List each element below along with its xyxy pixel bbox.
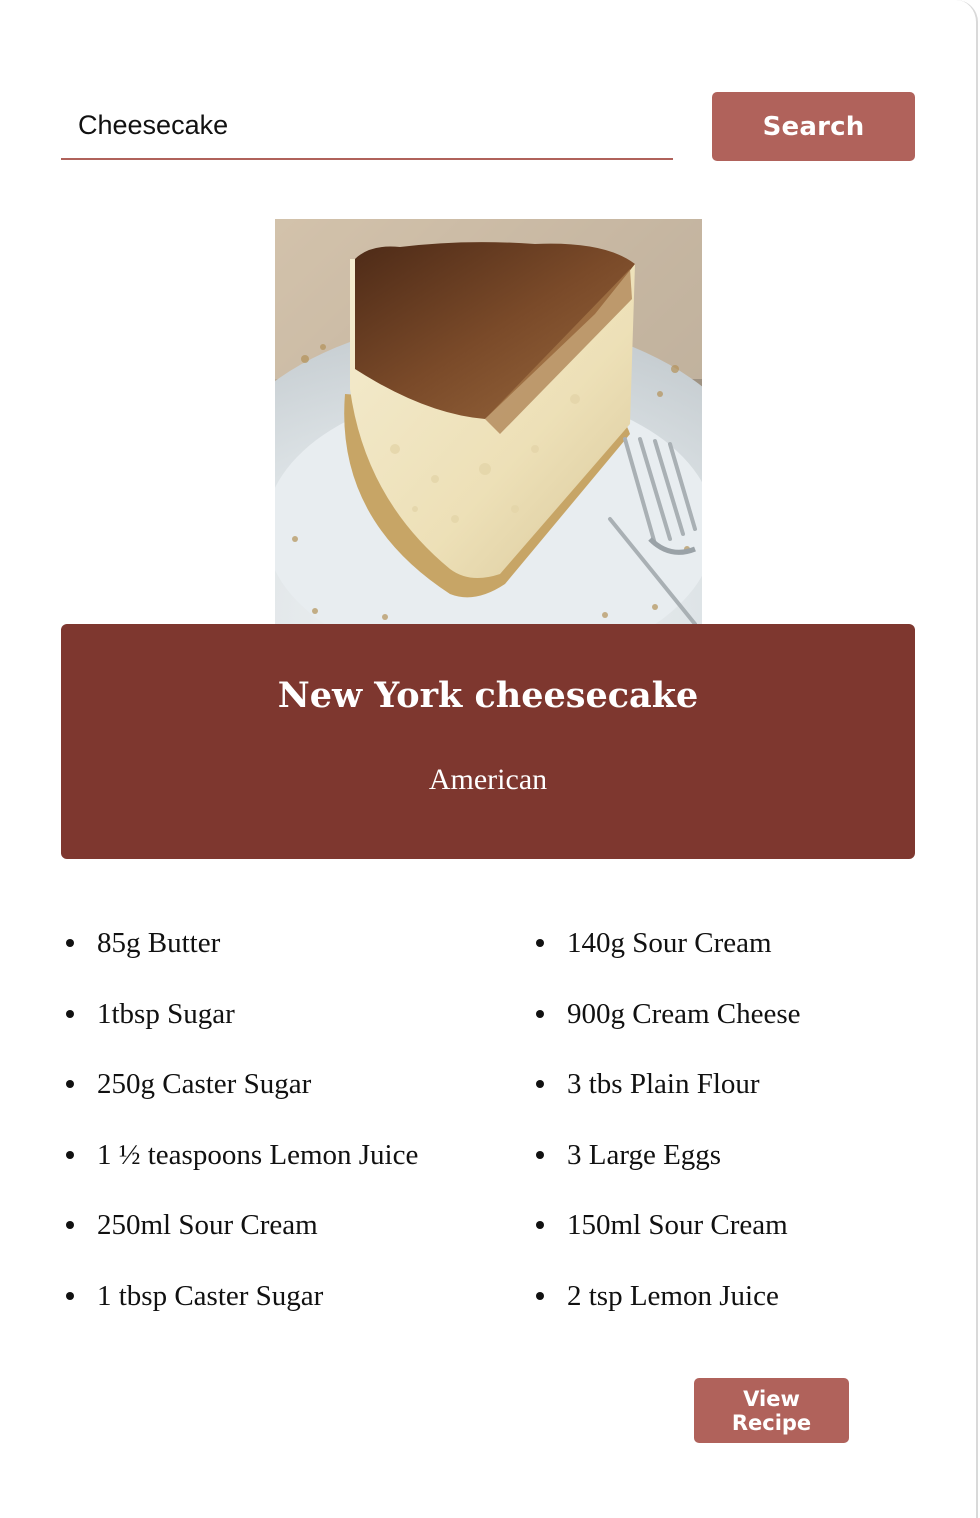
ingredient-text: 1tbsp Sugar bbox=[97, 997, 235, 1030]
recipe-image bbox=[275, 219, 702, 624]
bullet-icon bbox=[536, 1221, 544, 1230]
bullet-icon bbox=[536, 1009, 544, 1018]
ingredient-item: 3 Large Eggs bbox=[531, 1120, 801, 1191]
ingredient-item: 1 tbsp Caster Sugar bbox=[61, 1261, 418, 1332]
ingredient-item: 250g Caster Sugar bbox=[61, 1049, 418, 1120]
ingredient-item: 1 ½ teaspoons Lemon Juice bbox=[61, 1120, 418, 1191]
recipe-card: Search bbox=[0, 0, 978, 1518]
ingredient-item: 900g Cream Cheese bbox=[531, 979, 801, 1050]
ingredient-item: 2 tsp Lemon Juice bbox=[531, 1261, 801, 1332]
search-button[interactable]: Search bbox=[712, 92, 915, 161]
ingredient-item: 150ml Sour Cream bbox=[531, 1190, 801, 1261]
bullet-icon bbox=[536, 1291, 544, 1300]
recipe-cuisine: American bbox=[428, 763, 548, 796]
bullet-icon bbox=[536, 1150, 544, 1159]
recipe-title: New York cheesecake bbox=[277, 675, 699, 716]
view-recipe-button[interactable]: View Recipe bbox=[694, 1378, 849, 1443]
ingredient-text: 3 Large Eggs bbox=[567, 1138, 722, 1171]
ingredient-item: 1tbsp Sugar bbox=[61, 979, 418, 1050]
recipe-title-box bbox=[61, 624, 915, 859]
bullet-icon bbox=[536, 939, 544, 947]
ingredient-text: 150ml Sour Cream bbox=[567, 1209, 788, 1242]
ingredient-item: 3 tbs Plain Flour bbox=[531, 1049, 801, 1120]
ingredient-text: 1 tbsp Caster Sugar bbox=[97, 1279, 324, 1312]
ingredient-text: 140g Sour Cream bbox=[567, 927, 772, 959]
bullet-icon bbox=[66, 1221, 74, 1230]
bullet-icon bbox=[66, 1009, 74, 1018]
ingredients-column-right: 140g Sour Cream 900g Cream Cheese 3 tbs … bbox=[531, 908, 801, 1332]
bullet-icon bbox=[66, 939, 74, 947]
search-input[interactable] bbox=[61, 92, 673, 160]
ingredient-item: 85g Butter bbox=[61, 908, 418, 979]
ingredient-item: 140g Sour Cream bbox=[531, 908, 801, 979]
bullet-icon bbox=[536, 1080, 544, 1089]
ingredient-text: 1 ½ teaspoons Lemon Juice bbox=[97, 1138, 419, 1171]
bullet-icon bbox=[66, 1291, 74, 1300]
ingredients-column-left: 85g Butter 1tbsp Sugar 250g Caster Sugar… bbox=[61, 908, 418, 1332]
bullet-icon bbox=[66, 1080, 74, 1089]
ingredient-text: 250g Caster Sugar bbox=[97, 1068, 312, 1101]
ingredient-text: 3 tbs Plain Flour bbox=[567, 1068, 760, 1101]
ingredient-item: 250ml Sour Cream bbox=[61, 1190, 418, 1261]
ingredients-list: 85g Butter 1tbsp Sugar 250g Caster Sugar… bbox=[61, 908, 915, 1328]
ingredient-text: 250ml Sour Cream bbox=[97, 1209, 318, 1242]
ingredient-text: 85g Butter bbox=[97, 927, 221, 959]
bullet-icon bbox=[66, 1150, 74, 1159]
search-bar: Search bbox=[61, 92, 915, 162]
ingredient-text: 900g Cream Cheese bbox=[567, 997, 801, 1030]
ingredient-text: 2 tsp Lemon Juice bbox=[567, 1279, 779, 1312]
